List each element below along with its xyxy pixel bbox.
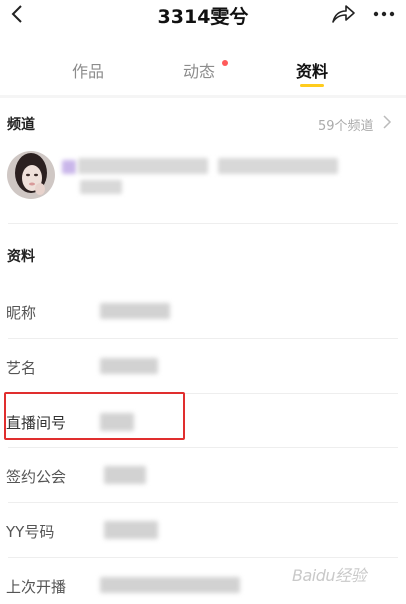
baidu-watermark: Baidu经验 <box>292 566 367 585</box>
profile-title: 资料 <box>7 249 35 265</box>
tab-profile[interactable]: 资料 <box>296 58 328 82</box>
notification-dot <box>222 60 228 66</box>
channel-name-redacted-2 <box>218 158 338 174</box>
row-label-nickname: 昵称 <box>6 304 37 322</box>
row-label-yy-number: YY号码 <box>6 523 55 541</box>
row-label-guild: 签约公会 <box>6 468 67 486</box>
divider <box>8 502 398 503</box>
divider <box>8 557 398 558</box>
channels-count[interactable]: 59个频道 <box>318 115 374 134</box>
chevron-right-icon[interactable] <box>381 114 393 130</box>
channel-subtext-redacted <box>80 180 122 194</box>
highlight-box <box>4 392 185 440</box>
yy-number-value-redacted <box>104 521 158 539</box>
tab-works[interactable]: 作品 <box>72 58 104 82</box>
last-live-value-redacted <box>100 577 240 593</box>
stage-name-value-redacted <box>100 358 158 374</box>
divider <box>8 223 398 224</box>
top-bar: 3314雯兮 <box>0 0 406 34</box>
row-label-stage-name: 艺名 <box>6 359 37 377</box>
nickname-value-redacted <box>100 303 170 319</box>
active-tab-indicator <box>300 84 324 87</box>
channel-avatar[interactable] <box>7 151 55 199</box>
guild-value-redacted <box>104 466 146 484</box>
divider <box>8 338 398 339</box>
channel-name-redacted <box>78 158 208 174</box>
section-divider <box>0 95 406 98</box>
divider <box>8 447 398 448</box>
more-icon[interactable] <box>371 2 397 26</box>
channel-badge <box>62 160 76 174</box>
tab-dynamic[interactable]: 动态 <box>183 58 215 82</box>
tab-bar: 作品 动态 资料 <box>0 58 406 94</box>
row-label-last-live: 上次开播 <box>6 578 67 596</box>
share-icon[interactable] <box>330 2 356 26</box>
channels-title: 频道 <box>7 117 35 133</box>
